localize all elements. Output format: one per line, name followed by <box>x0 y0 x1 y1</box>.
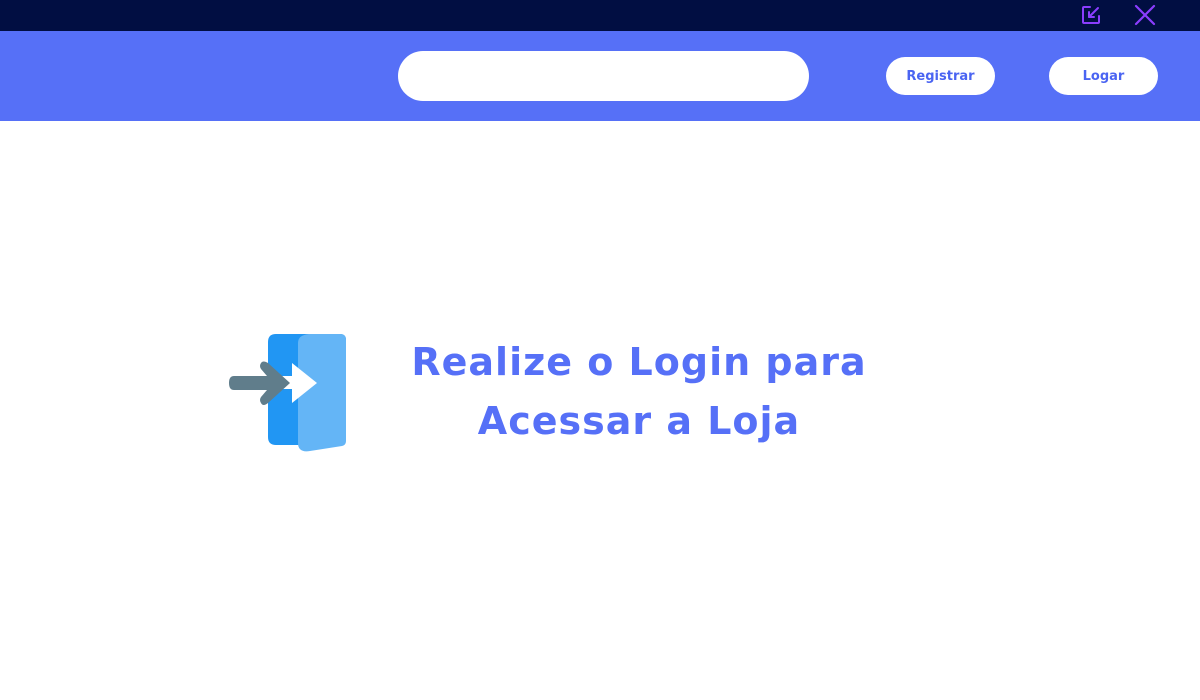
search-input[interactable] <box>398 51 809 101</box>
login-door-icon <box>226 331 350 455</box>
login-button[interactable]: Logar <box>1049 57 1158 95</box>
login-required-message: Realize o Login para Acessar a Loja <box>398 333 880 451</box>
message-line-2: Acessar a Loja <box>477 399 801 443</box>
close-icon <box>1134 4 1156 26</box>
close-button[interactable] <box>1131 2 1159 28</box>
window-titlebar <box>0 0 1200 31</box>
header-bar: Registrar Logar <box>0 31 1200 121</box>
minimize-button[interactable] <box>1077 2 1105 28</box>
register-button[interactable]: Registrar <box>886 57 995 95</box>
minimize-icon <box>1082 6 1100 24</box>
message-line-1: Realize o Login para <box>411 340 867 384</box>
